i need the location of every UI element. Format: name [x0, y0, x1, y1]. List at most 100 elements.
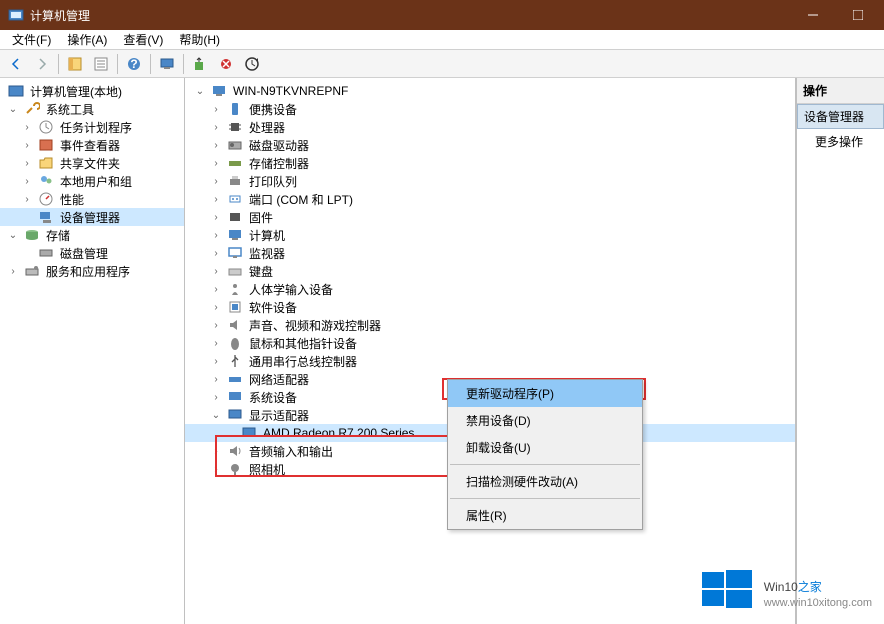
mouse-icon — [227, 335, 243, 351]
cm-separator — [450, 498, 640, 499]
cat-keyboard[interactable]: ›键盘 — [185, 262, 795, 280]
tree-shared-folders[interactable]: › 共享文件夹 — [0, 154, 184, 172]
menu-file[interactable]: 文件(F) — [4, 29, 59, 50]
tree-event-viewer[interactable]: › 事件查看器 — [0, 136, 184, 154]
expand-icon[interactable]: › — [209, 138, 223, 152]
tree-device-manager[interactable]: 设备管理器 — [0, 208, 184, 226]
menu-view[interactable]: 查看(V) — [115, 29, 171, 50]
expand-icon[interactable]: › — [209, 228, 223, 242]
expand-icon[interactable]: › — [209, 174, 223, 188]
expand-icon[interactable]: › — [20, 174, 34, 188]
cat-ports[interactable]: ›端口 (COM 和 LPT) — [185, 190, 795, 208]
cat-mouse[interactable]: ›鼠标和其他指针设备 — [185, 334, 795, 352]
tools-icon — [24, 101, 40, 117]
expand-icon[interactable]: › — [209, 354, 223, 368]
network-icon — [227, 371, 243, 387]
collapse-icon[interactable]: ⌄ — [6, 102, 20, 116]
forward-button[interactable] — [30, 52, 54, 76]
hid-icon — [227, 281, 243, 297]
expand-icon[interactable]: › — [209, 462, 223, 476]
keyboard-icon — [227, 263, 243, 279]
expand-icon[interactable]: › — [209, 318, 223, 332]
cat-software[interactable]: ›软件设备 — [185, 298, 795, 316]
watermark: Win10之家 www.win10xitong.com — [700, 568, 872, 612]
computer-icon[interactable] — [155, 52, 179, 76]
cat-storage-ctrl[interactable]: ›存储控制器 — [185, 154, 795, 172]
properties-button[interactable] — [89, 52, 113, 76]
tree-storage[interactable]: ⌄ 存储 — [0, 226, 184, 244]
disk-icon — [38, 245, 54, 261]
pc-icon — [211, 83, 227, 99]
expand-icon[interactable]: › — [209, 210, 223, 224]
scan-button[interactable] — [188, 52, 212, 76]
toolbar-separator — [58, 54, 59, 74]
expand-icon[interactable]: › — [209, 102, 223, 116]
left-tree-pane[interactable]: 计算机管理(本地) ⌄ 系统工具 › 任务计划程序 › 事件查看器 › 共享文件… — [0, 78, 185, 624]
expand-icon[interactable]: › — [209, 246, 223, 260]
actions-section: 设备管理器 — [797, 104, 884, 129]
minimize-button[interactable] — [790, 0, 835, 30]
cat-firmware[interactable]: ›固件 — [185, 208, 795, 226]
cat-portable[interactable]: ›便携设备 — [185, 100, 795, 118]
update-driver-button[interactable] — [240, 52, 264, 76]
tree-services[interactable]: › 服务和应用程序 — [0, 262, 184, 280]
collapse-icon[interactable]: ⌄ — [193, 84, 207, 98]
expand-icon[interactable]: › — [209, 264, 223, 278]
expand-icon[interactable]: › — [20, 192, 34, 206]
cat-audio-game[interactable]: ›声音、视频和游戏控制器 — [185, 316, 795, 334]
collapse-icon[interactable]: ⌄ — [6, 228, 20, 242]
cat-disk-drive[interactable]: ›磁盘驱动器 — [185, 136, 795, 154]
cat-usb[interactable]: ›通用串行总线控制器 — [185, 352, 795, 370]
maximize-button[interactable] — [835, 0, 880, 30]
services-icon — [24, 263, 40, 279]
cat-computer[interactable]: ›计算机 — [185, 226, 795, 244]
show-hide-button[interactable] — [63, 52, 87, 76]
expand-icon[interactable]: › — [209, 192, 223, 206]
device-root[interactable]: ⌄ WIN-N9TKVNREPNF — [185, 82, 795, 100]
portable-icon — [227, 101, 243, 117]
expand-icon[interactable]: › — [209, 372, 223, 386]
expand-icon[interactable]: › — [6, 264, 20, 278]
cat-processor[interactable]: ›处理器 — [185, 118, 795, 136]
expand-icon[interactable]: › — [209, 336, 223, 350]
expand-icon[interactable]: › — [20, 156, 34, 170]
collapse-icon[interactable]: ⌄ — [209, 408, 223, 422]
tree-task-scheduler[interactable]: › 任务计划程序 — [0, 118, 184, 136]
expand-icon[interactable]: › — [209, 282, 223, 296]
cm-properties[interactable]: 属性(R) — [448, 502, 642, 529]
system-icon — [227, 389, 243, 405]
expand-icon[interactable]: › — [209, 120, 223, 134]
expand-icon[interactable]: › — [20, 120, 34, 134]
cm-uninstall-device[interactable]: 卸载设备(U) — [448, 434, 642, 461]
tree-root-local[interactable]: 计算机管理(本地) — [0, 82, 184, 100]
cat-print-queue[interactable]: ›打印队列 — [185, 172, 795, 190]
cm-scan-hardware[interactable]: 扫描检测硬件改动(A) — [448, 468, 642, 495]
more-actions[interactable]: 更多操作 — [797, 129, 884, 154]
menu-action[interactable]: 操作(A) — [59, 29, 115, 50]
window-title: 计算机管理 — [30, 7, 790, 24]
tree-local-users[interactable]: › 本地用户和组 — [0, 172, 184, 190]
actions-header: 操作 — [797, 78, 884, 104]
storage-ctrl-icon — [227, 155, 243, 171]
device-tree-pane[interactable]: ⌄ WIN-N9TKVNREPNF ›便携设备 ›处理器 ›磁盘驱动器 ›存储控… — [185, 78, 796, 624]
tree-system-tools[interactable]: ⌄ 系统工具 — [0, 100, 184, 118]
help-button[interactable]: ? — [122, 52, 146, 76]
expand-icon[interactable]: › — [209, 444, 223, 458]
expand-icon[interactable]: › — [209, 390, 223, 404]
expand-icon[interactable]: › — [209, 300, 223, 314]
tree-performance[interactable]: › 性能 — [0, 190, 184, 208]
tree-disk-mgmt[interactable]: 磁盘管理 — [0, 244, 184, 262]
cm-update-driver[interactable]: 更新驱动程序(P) — [448, 380, 642, 407]
back-button[interactable] — [4, 52, 28, 76]
disable-button[interactable] — [214, 52, 238, 76]
cat-monitor[interactable]: ›监视器 — [185, 244, 795, 262]
expand-icon[interactable]: › — [20, 138, 34, 152]
watermark-brand: Win10之家 — [764, 571, 872, 597]
expand-icon[interactable]: › — [209, 156, 223, 170]
speaker-icon — [227, 317, 243, 333]
cm-disable-device[interactable]: 禁用设备(D) — [448, 407, 642, 434]
toolbar: ? — [0, 50, 884, 78]
app-icon — [8, 7, 24, 23]
cat-hid[interactable]: ›人体学输入设备 — [185, 280, 795, 298]
menu-help[interactable]: 帮助(H) — [171, 29, 228, 50]
